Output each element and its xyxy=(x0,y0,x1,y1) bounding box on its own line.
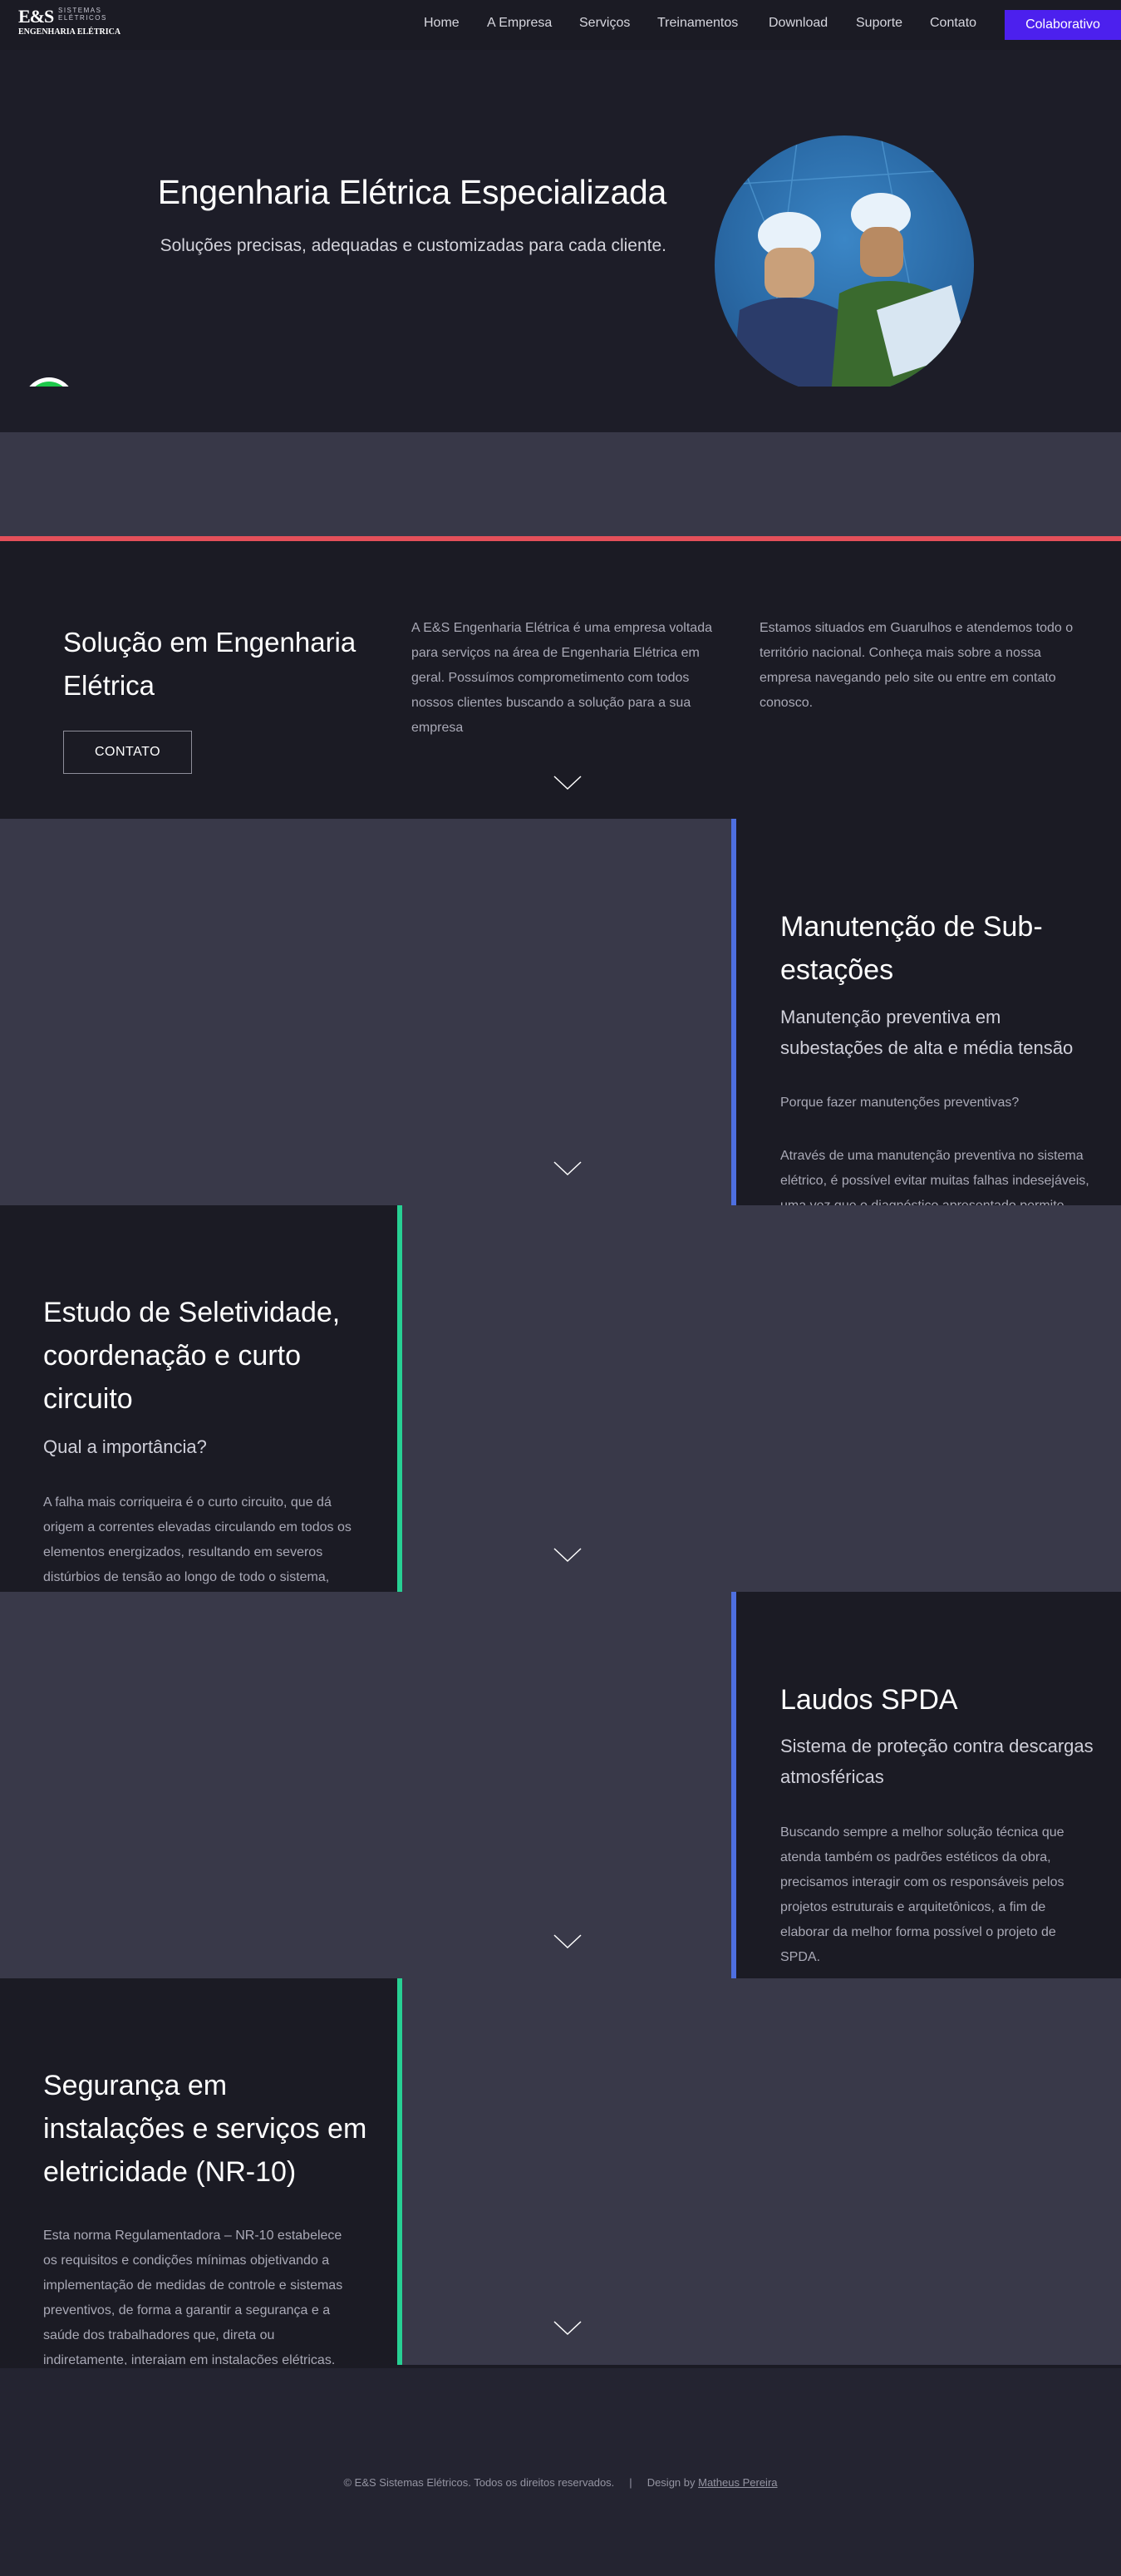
service-title: Manutenção de Sub-estações xyxy=(780,911,1043,986)
chevron-down-icon[interactable] xyxy=(553,2321,582,2336)
hero-section: Engenharia Elétrica Especializada Soluçõ… xyxy=(0,50,1121,429)
chevron-down-icon[interactable] xyxy=(553,1161,582,1176)
nav-treinamentos[interactable]: Treinamentos xyxy=(657,16,738,31)
service-image xyxy=(402,1205,1121,1592)
nav-contato[interactable]: Contato xyxy=(930,16,976,31)
service-subtitle: Sistema de proteção contra descargas atm… xyxy=(780,1736,1094,1787)
service-nr10: Segurança em instalações e serviços em e… xyxy=(0,1978,1121,2365)
chevron-down-icon[interactable] xyxy=(553,1934,582,1949)
service-text: Buscando sempre a melhor solução técnica… xyxy=(780,1825,1064,1964)
service-subtitle: Qual a importância? xyxy=(43,1436,207,1457)
nav-a-empresa[interactable]: A Empresa xyxy=(487,16,552,31)
service-subtitle: Manutenção preventiva em subestações de … xyxy=(780,1007,1074,1058)
service-text: Esta norma Regulamentadora – NR-10 estab… xyxy=(43,2229,343,2365)
copyright-text: © E&S Sistemas Elétricos. Todos os direi… xyxy=(343,2476,615,2489)
hero-image xyxy=(715,135,974,395)
service-title: Laudos SPDA xyxy=(780,1684,958,1716)
site-footer: © E&S Sistemas Elétricos. Todos os direi… xyxy=(0,2368,1121,2576)
colaborativo-button[interactable]: Colaborativo xyxy=(1005,10,1121,40)
service-question: Porque fazer manutenções preventivas? xyxy=(780,1096,1020,1110)
site-header: E&S SISTEMAS ELÉTRICOS ENGENHARIA ELÉTRI… xyxy=(0,0,1121,50)
service-title: Segurança em instalações e serviços em e… xyxy=(43,2070,367,2188)
dark-band xyxy=(0,387,1121,432)
service-substations: Manutenção de Sub-estações Manutenção pr… xyxy=(0,819,1121,1205)
contato-button[interactable]: CONTATO xyxy=(63,731,192,774)
nav-download[interactable]: Download xyxy=(769,16,828,31)
grey-band xyxy=(0,432,1121,536)
service-image xyxy=(0,819,731,1205)
logo-line-2: ELÉTRICOS xyxy=(58,14,107,22)
design-by-text: Design by xyxy=(647,2476,696,2489)
service-panel: Segurança em instalações e serviços em e… xyxy=(0,1978,397,2365)
service-image xyxy=(402,1978,1121,2365)
designer-link[interactable]: Matheus Pereira xyxy=(698,2476,777,2489)
service-panel: Laudos SPDA Sistema de proteção contra d… xyxy=(736,1592,1121,1978)
hero-title: Engenharia Elétrica Especializada xyxy=(157,173,667,211)
footer-credits: © E&S Sistemas Elétricos. Todos os direi… xyxy=(0,2476,1121,2489)
logo-line-1: SISTEMAS xyxy=(58,7,102,14)
solution-section: Solução em Engenharia Elétrica CONTATO A… xyxy=(0,541,1121,819)
solution-text-2: Estamos situados em Guarulhos e atendemo… xyxy=(760,621,1074,710)
solution-title: Solução em Engenharia Elétrica xyxy=(63,627,356,701)
logo[interactable]: E&S SISTEMAS ELÉTRICOS ENGENHARIA ELÉTRI… xyxy=(18,4,126,39)
nav-servicos[interactable]: Serviços xyxy=(579,16,630,31)
hero-subtitle: Soluções precisas, adequadas e customiza… xyxy=(160,236,666,255)
nav-suporte[interactable]: Suporte xyxy=(856,16,902,31)
service-spda: Laudos SPDA Sistema de proteção contra d… xyxy=(0,1592,1121,1978)
logo-tagline: ENGENHARIA ELÉTRICA xyxy=(18,27,121,37)
service-panel: Manutenção de Sub-estações Manutenção pr… xyxy=(736,819,1121,1205)
service-selectivity: Estudo de Seletividade, coordenação e cu… xyxy=(0,1205,1121,1592)
chevron-down-icon[interactable] xyxy=(553,1548,582,1563)
service-title: Estudo de Seletividade, coordenação e cu… xyxy=(43,1297,341,1415)
nav-home[interactable]: Home xyxy=(424,16,460,31)
solution-text-1: A E&S Engenharia Elétrica é uma empresa … xyxy=(411,621,712,735)
service-panel: Estudo de Seletividade, coordenação e cu… xyxy=(0,1205,397,1592)
chevron-down-icon[interactable] xyxy=(553,776,582,791)
service-text: A falha mais corriqueira é o curto circu… xyxy=(43,1495,352,1584)
logo-main: E&S xyxy=(18,6,54,27)
footer-separator: | xyxy=(629,2476,632,2489)
service-text: Através de uma manutenção preventiva no … xyxy=(780,1149,1089,1205)
service-image xyxy=(0,1592,731,1978)
